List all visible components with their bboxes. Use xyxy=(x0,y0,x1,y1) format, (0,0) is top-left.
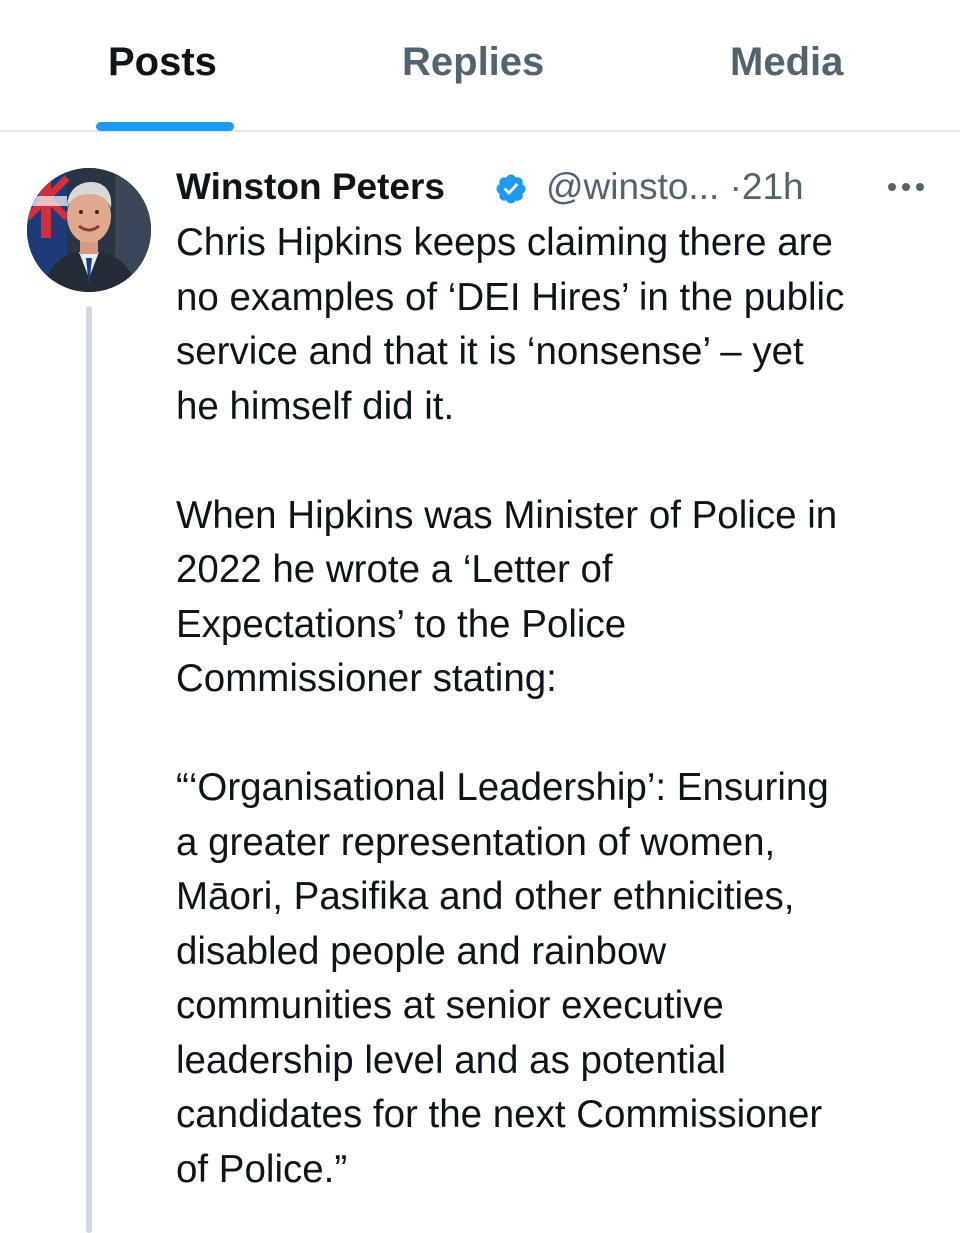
avatar[interactable] xyxy=(27,168,151,292)
thread-line xyxy=(86,306,92,1233)
ellipsis-icon[interactable] xyxy=(884,172,928,202)
handle-and-time[interactable]: @winsto... ·21h xyxy=(546,166,804,208)
author-name[interactable]: Winston Peters xyxy=(176,166,445,208)
tab-replies[interactable]: Replies xyxy=(402,40,544,85)
separator-dot: · xyxy=(729,166,742,207)
post-paragraph-3: “‘Organisational Leadership’: Ensuring a… xyxy=(176,766,829,1191)
active-tab-indicator xyxy=(96,122,234,131)
profile-tabs: Posts Replies Media xyxy=(0,0,960,132)
post-paragraph-1: Chris Hipkins keeps claiming there are n… xyxy=(176,221,845,428)
tab-media[interactable]: Media xyxy=(730,40,843,85)
author-handle: @winsto... xyxy=(546,166,720,207)
tab-posts[interactable]: Posts xyxy=(108,40,217,85)
verified-badge-icon xyxy=(496,174,526,204)
post-time: 21h xyxy=(741,166,804,207)
post-body: Chris Hipkins keeps claiming there are n… xyxy=(176,216,936,1197)
post-paragraph-2: When Hipkins was Minister of Police in 2… xyxy=(176,493,838,701)
post-header: Winston Peters @winsto... ·21h xyxy=(176,162,936,212)
avatar-photo xyxy=(27,168,151,292)
